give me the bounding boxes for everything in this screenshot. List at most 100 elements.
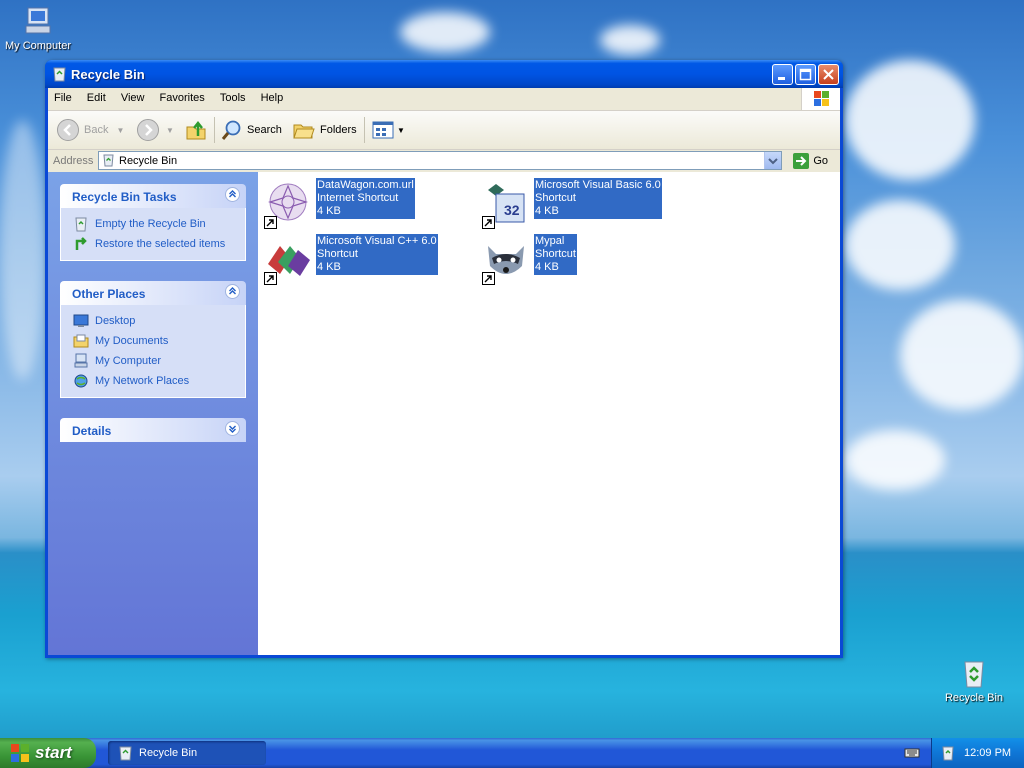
clock[interactable]: 12:09 PM — [964, 747, 1011, 759]
file-name: Microsoft Visual C++ 6.0 — [317, 235, 437, 247]
taskbar-item-label: Recycle Bin — [139, 747, 198, 759]
panel-title: Details — [72, 424, 112, 438]
task-pane: Recycle Bin Tasks Empty the Recycle Bin … — [48, 172, 258, 655]
maximize-button[interactable] — [795, 64, 816, 85]
folders-button[interactable]: Folders — [292, 117, 357, 143]
explorer-body: Recycle Bin Tasks Empty the Recycle Bin … — [48, 172, 840, 655]
file-type: Shortcut — [535, 248, 576, 260]
menu-help[interactable]: Help — [255, 88, 290, 108]
file-info: DataWagon.com.url Internet Shortcut 4 KB — [316, 178, 415, 219]
my-computer-icon — [21, 4, 55, 38]
file-item-visual-basic[interactable]: 32 Microsoft Visual Basic 6.0 Shortcut 4… — [478, 178, 688, 229]
toolbar: Back ▼ ▼ Search Folders ▼ — [48, 111, 840, 150]
folders-icon — [293, 124, 315, 139]
collapse-chevron-icon[interactable] — [225, 284, 240, 299]
my-documents-icon — [73, 333, 89, 349]
place-label: My Documents — [95, 335, 169, 347]
address-input[interactable]: Recycle Bin — [98, 151, 782, 170]
back-label: Back — [84, 124, 109, 136]
chevron-down-icon — [768, 158, 778, 165]
windows-flag-icon — [10, 743, 30, 763]
place-label: My Computer — [95, 355, 162, 367]
shortcut-arrow-icon — [482, 272, 495, 285]
file-info: Mypal Shortcut 4 KB — [534, 234, 577, 275]
go-button[interactable]: Go — [792, 152, 828, 170]
place-my-computer[interactable]: My Computer — [73, 351, 245, 371]
menu-tools[interactable]: Tools — [214, 88, 252, 108]
up-folder-icon — [186, 120, 206, 140]
desktop-icon — [73, 313, 89, 329]
place-my-documents[interactable]: My Documents — [73, 331, 245, 351]
toolbar-separator — [214, 117, 215, 143]
desktop-icon-label: Recycle Bin — [944, 692, 1004, 704]
windows-logo-icon — [801, 88, 840, 110]
file-info: Microsoft Visual Basic 6.0 Shortcut 4 KB — [534, 178, 662, 219]
task-empty-recycle-bin[interactable]: Empty the Recycle Bin — [73, 214, 245, 234]
cloud — [600, 25, 660, 55]
menu-view[interactable]: View — [115, 88, 151, 108]
cloud — [400, 12, 490, 52]
folders-label: Folders — [320, 124, 357, 136]
panel-header[interactable]: Details — [60, 418, 246, 442]
file-size: 4 KB — [317, 261, 341, 273]
close-button[interactable] — [818, 64, 839, 85]
minimize-icon — [778, 77, 785, 80]
back-dropdown-icon: ▼ — [116, 125, 125, 135]
recycle-bin-icon — [52, 66, 67, 82]
file-item-mypal[interactable]: Mypal Shortcut 4 KB — [478, 234, 688, 285]
keyboard-icon[interactable] — [904, 745, 920, 761]
address-dropdown-button[interactable] — [764, 152, 781, 169]
expand-chevron-icon[interactable] — [225, 421, 240, 436]
desktop-icon-my-computer[interactable]: My Computer — [0, 4, 76, 52]
start-button[interactable]: start — [0, 738, 96, 768]
system-tray: 12:09 PM — [931, 738, 1024, 768]
details-panel: Details — [60, 418, 246, 442]
search-icon — [221, 120, 241, 140]
recycle-bin-icon — [118, 746, 133, 761]
go-arrow-icon — [793, 153, 810, 169]
window-title: Recycle Bin — [71, 67, 145, 82]
shortcut-arrow-icon — [264, 272, 277, 285]
back-button[interactable]: Back ▼ — [56, 117, 124, 143]
search-button[interactable]: Search — [220, 117, 282, 143]
file-name: Microsoft Visual Basic 6.0 — [535, 179, 661, 191]
panel-header[interactable]: Other Places — [60, 281, 246, 305]
recycle-bin-icon — [102, 154, 115, 167]
address-bar: Address Recycle Bin Go — [48, 150, 840, 173]
taskbar-item-recycle-bin[interactable]: Recycle Bin — [108, 741, 266, 765]
file-item-visual-cpp[interactable]: Microsoft Visual C++ 6.0 Shortcut 4 KB — [260, 234, 470, 285]
place-desktop[interactable]: Desktop — [73, 311, 245, 331]
panel-header[interactable]: Recycle Bin Tasks — [60, 184, 246, 208]
restore-icon — [73, 236, 89, 252]
views-icon — [372, 121, 394, 139]
tray-network-icon[interactable] — [940, 745, 956, 761]
file-size: 4 KB — [535, 261, 559, 273]
menu-file[interactable]: File — [48, 88, 78, 108]
my-computer-icon — [73, 353, 89, 369]
shortcut-arrow-icon — [482, 216, 495, 229]
collapse-chevron-icon[interactable] — [225, 187, 240, 202]
file-type: Internet Shortcut — [317, 192, 399, 204]
cloud — [0, 120, 45, 380]
task-label: Empty the Recycle Bin — [95, 218, 206, 230]
task-label: Restore the selected items — [95, 238, 226, 250]
shortcut-arrow-icon — [264, 216, 277, 229]
minimize-button[interactable] — [772, 64, 793, 85]
window-client: File Edit View Favorites Tools Help Back… — [48, 88, 840, 655]
explorer-window: Recycle Bin File Edit View Favorites Too… — [45, 60, 843, 658]
place-my-network-places[interactable]: My Network Places — [73, 371, 245, 391]
go-label: Go — [813, 155, 828, 167]
place-label: Desktop — [95, 315, 136, 327]
title-bar[interactable]: Recycle Bin — [45, 60, 843, 88]
menu-edit[interactable]: Edit — [81, 88, 112, 108]
file-item-datawagon[interactable]: DataWagon.com.url Internet Shortcut 4 KB — [260, 178, 470, 229]
panel-title: Recycle Bin Tasks — [72, 190, 177, 204]
views-button[interactable]: ▼ — [371, 117, 405, 143]
task-restore-selected[interactable]: Restore the selected items — [73, 234, 245, 254]
cloud — [845, 60, 975, 180]
up-folder-button[interactable] — [184, 117, 208, 143]
menu-favorites[interactable]: Favorites — [154, 88, 211, 108]
file-list[interactable]: DataWagon.com.url Internet Shortcut 4 KB… — [258, 172, 840, 655]
desktop-icon-recycle-bin[interactable]: Recycle Bin — [936, 656, 1012, 704]
forward-button[interactable]: ▼ — [136, 117, 174, 143]
